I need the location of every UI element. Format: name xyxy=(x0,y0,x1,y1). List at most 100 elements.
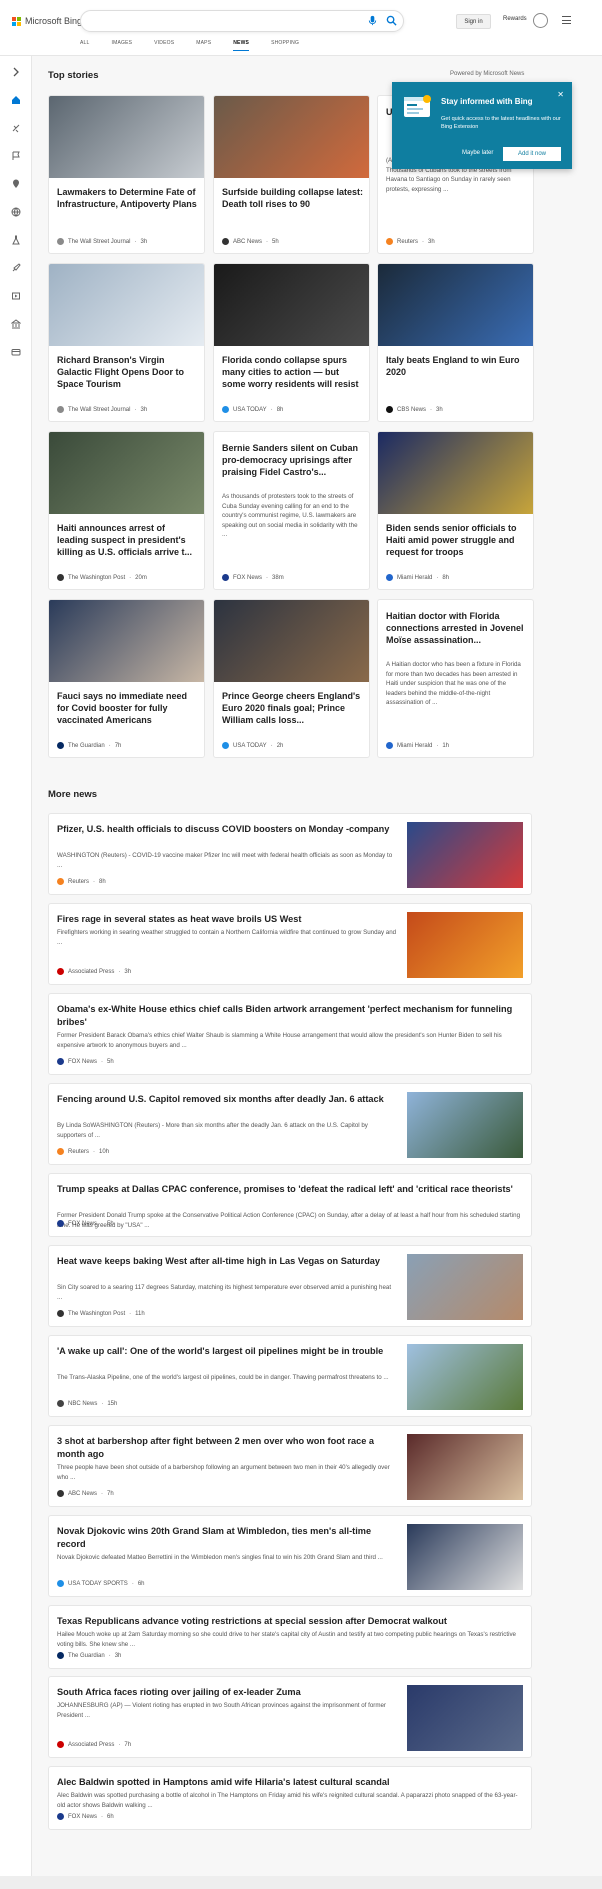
story-title[interactable]: Haitian doctor with Florida connections … xyxy=(386,610,528,646)
expand-sidebar-icon[interactable] xyxy=(10,66,22,78)
news-item[interactable]: Pfizer, U.S. health officials to discuss… xyxy=(48,813,532,895)
story-image[interactable] xyxy=(49,96,204,178)
story-card[interactable]: Richard Branson's Virgin Galactic Flight… xyxy=(48,263,205,422)
tab-shopping[interactable]: SHOPPING xyxy=(271,40,299,51)
story-card[interactable]: Haitian doctor with Florida connections … xyxy=(377,599,534,758)
story-card[interactable]: Fauci says no immediate need for Covid b… xyxy=(48,599,205,758)
story-card[interactable]: Bernie Sanders silent on Cuban pro-democ… xyxy=(213,431,370,590)
news-description: By Linda SoWASHINGTON (Reuters) - More t… xyxy=(57,1122,368,1139)
story-title[interactable]: Fauci says no immediate need for Covid b… xyxy=(57,690,199,726)
story-title[interactable]: Surfside building collapse latest: Death… xyxy=(222,186,364,210)
more-news-title: More news xyxy=(48,789,98,800)
bing-logo[interactable]: Microsoft Bing xyxy=(12,16,82,26)
story-card[interactable]: Lawmakers to Determine Fate of Infrastru… xyxy=(48,95,205,254)
news-item[interactable]: South Africa faces rioting over jailing … xyxy=(48,1676,532,1758)
add-it-now-button[interactable]: Add it now xyxy=(503,147,561,161)
news-title[interactable]: 'A wake up call': One of the world's lar… xyxy=(57,1345,397,1358)
story-card[interactable]: Haiti announces arrest of leading suspec… xyxy=(48,431,205,590)
news-title[interactable]: Texas Republicans advance voting restric… xyxy=(57,1615,523,1628)
separator: · xyxy=(134,406,137,413)
story-title[interactable]: Biden sends senior officials to Haiti am… xyxy=(386,522,528,558)
news-source: The Washington Post · 11h xyxy=(57,1310,145,1317)
story-source: USA TODAY · 8h xyxy=(222,406,283,413)
story-title[interactable]: Richard Branson's Virgin Galactic Flight… xyxy=(57,354,199,390)
news-title[interactable]: Pfizer, U.S. health officials to discuss… xyxy=(57,823,397,836)
news-item[interactable]: 'A wake up call': One of the world's lar… xyxy=(48,1335,532,1417)
news-item[interactable]: Fencing around U.S. Capitol removed six … xyxy=(48,1083,532,1165)
news-item[interactable]: 3 shot at barbershop after fight between… xyxy=(48,1425,532,1507)
story-image[interactable] xyxy=(378,264,533,346)
story-title[interactable]: Prince George cheers England's Euro 2020… xyxy=(222,690,364,726)
news-title[interactable]: South Africa faces rioting over jailing … xyxy=(57,1686,397,1699)
news-title[interactable]: 3 shot at barbershop after fight between… xyxy=(57,1435,397,1461)
story-card[interactable]: Biden sends senior officials to Haiti am… xyxy=(377,431,534,590)
card-icon[interactable] xyxy=(10,346,22,358)
story-card[interactable]: Prince George cheers England's Euro 2020… xyxy=(213,599,370,758)
news-image[interactable] xyxy=(407,1685,523,1751)
news-title[interactable]: Heat wave keeps baking West after all-ti… xyxy=(57,1255,397,1268)
flag-icon[interactable] xyxy=(10,150,22,162)
news-title[interactable]: Alec Baldwin spotted in Hamptons amid wi… xyxy=(57,1776,523,1789)
news-item[interactable]: Trump speaks at Dallas CPAC conference, … xyxy=(48,1173,532,1237)
news-title[interactable]: Fencing around U.S. Capitol removed six … xyxy=(57,1093,397,1106)
globe-icon[interactable] xyxy=(10,206,22,218)
source-logo-icon xyxy=(386,574,393,581)
news-image[interactable] xyxy=(407,1254,523,1320)
news-item[interactable]: Heat wave keeps baking West after all-ti… xyxy=(48,1245,532,1327)
tab-images[interactable]: IMAGES xyxy=(112,40,133,51)
search-input[interactable] xyxy=(80,10,404,32)
sign-in-button[interactable]: Sign in xyxy=(456,14,491,29)
news-image[interactable] xyxy=(407,822,523,888)
satellite-icon[interactable] xyxy=(10,122,22,134)
news-title[interactable]: Trump speaks at Dallas CPAC conference, … xyxy=(57,1183,523,1196)
source-name: The Guardian xyxy=(68,1652,105,1659)
news-image[interactable] xyxy=(407,1434,523,1500)
news-item[interactable]: Novak Djokovic wins 20th Grand Slam at W… xyxy=(48,1515,532,1597)
location-icon[interactable] xyxy=(10,178,22,190)
search-icon[interactable] xyxy=(386,15,397,26)
rewards-icon[interactable] xyxy=(533,13,548,28)
science-icon[interactable] xyxy=(10,234,22,246)
news-item[interactable]: Alec Baldwin spotted in Hamptons amid wi… xyxy=(48,1766,532,1830)
story-title[interactable]: Bernie Sanders silent on Cuban pro-democ… xyxy=(222,442,364,478)
story-title[interactable]: Haiti announces arrest of leading suspec… xyxy=(57,522,199,558)
story-image[interactable] xyxy=(214,264,369,346)
tab-videos[interactable]: VIDEOS xyxy=(154,40,174,51)
news-title[interactable]: Fires rage in several states as heat wav… xyxy=(57,913,397,926)
story-image[interactable] xyxy=(214,600,369,682)
entertainment-icon[interactable] xyxy=(10,290,22,302)
tab-news[interactable]: NEWS xyxy=(233,40,250,51)
story-card[interactable]: Florida condo collapse spurs many cities… xyxy=(213,263,370,422)
rocket-icon[interactable] xyxy=(10,262,22,274)
news-image[interactable] xyxy=(407,912,523,978)
tab-maps[interactable]: MAPS xyxy=(196,40,211,51)
close-icon[interactable]: ✕ xyxy=(557,90,564,99)
story-image[interactable] xyxy=(378,432,533,514)
bank-icon[interactable] xyxy=(10,318,22,330)
story-image[interactable] xyxy=(49,600,204,682)
news-item[interactable]: Texas Republicans advance voting restric… xyxy=(48,1605,532,1669)
microphone-icon[interactable] xyxy=(367,15,378,26)
news-image[interactable] xyxy=(407,1092,523,1158)
story-image[interactable] xyxy=(49,432,204,514)
news-image[interactable] xyxy=(407,1524,523,1590)
tab-all[interactable]: ALL xyxy=(80,40,90,51)
source-name: USA TODAY xyxy=(233,742,267,749)
news-image[interactable] xyxy=(407,1344,523,1410)
story-image[interactable] xyxy=(49,264,204,346)
story-title[interactable]: Lawmakers to Determine Fate of Infrastru… xyxy=(57,186,199,210)
news-title[interactable]: Obama's ex-White House ethics chief call… xyxy=(57,1003,523,1029)
rewards-link[interactable]: Rewards xyxy=(503,16,527,22)
home-icon[interactable] xyxy=(10,94,22,106)
hamburger-menu-icon[interactable] xyxy=(562,16,571,24)
news-item[interactable]: Obama's ex-White House ethics chief call… xyxy=(48,993,532,1075)
maybe-later-button[interactable]: Maybe later xyxy=(462,150,493,156)
news-title[interactable]: Novak Djokovic wins 20th Grand Slam at W… xyxy=(57,1525,397,1551)
story-image[interactable] xyxy=(214,96,369,178)
news-item[interactable]: Fires rage in several states as heat wav… xyxy=(48,903,532,985)
story-title[interactable]: Florida condo collapse spurs many cities… xyxy=(222,354,364,390)
story-card[interactable]: Italy beats England to win Euro 2020 CBS … xyxy=(377,263,534,422)
story-card[interactable]: Surfside building collapse latest: Death… xyxy=(213,95,370,254)
separator: · xyxy=(101,1490,104,1497)
story-title[interactable]: Italy beats England to win Euro 2020 xyxy=(386,354,528,378)
